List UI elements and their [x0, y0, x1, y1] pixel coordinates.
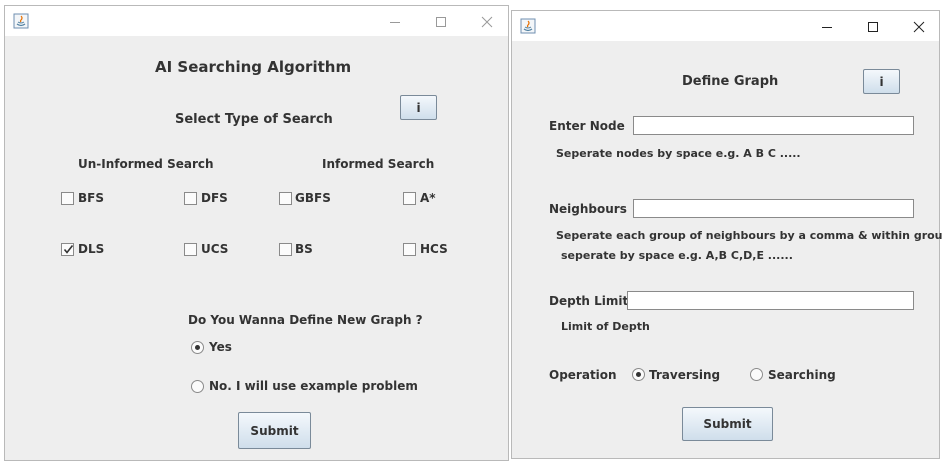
info-button[interactable]: i — [863, 69, 900, 94]
radio-dot-icon — [636, 372, 641, 377]
maximize-button[interactable] — [849, 11, 895, 41]
neighbours-hint-line-1: Seperate each group of neighbours by a c… — [556, 229, 943, 242]
app-title: AI Searching Algorithm — [155, 58, 352, 76]
depth-limit-hint: Limit of Depth — [561, 320, 650, 333]
gbfs-label: GBFS — [295, 191, 331, 205]
no-radio[interactable] — [191, 380, 204, 393]
check-icon — [63, 245, 74, 254]
title-bar[interactable] — [5, 6, 508, 36]
bs-checkbox[interactable] — [279, 243, 292, 256]
ucs-label: UCS — [201, 242, 229, 256]
neighbours-label: Neighbours — [549, 202, 627, 216]
depth-limit-input[interactable] — [627, 291, 914, 310]
select-type-label: Select Type of Search — [175, 112, 333, 127]
java-icon — [520, 18, 536, 34]
title-bar[interactable] — [512, 11, 939, 41]
no-label: No. I will use example problem — [209, 379, 418, 393]
hcs-label: HCS — [420, 242, 448, 256]
yes-label: Yes — [209, 340, 232, 354]
neighbours-hint-line-2: seperate by space e.g. A,B C,D,E ...... — [561, 249, 793, 262]
hcs-checkbox[interactable] — [403, 243, 416, 256]
ucs-checkbox[interactable] — [184, 243, 197, 256]
depth-limit-label: Depth Limit — [549, 294, 629, 308]
java-icon — [13, 13, 29, 29]
uninformed-search-label: Un-Informed Search — [78, 157, 214, 171]
search-window: AI Searching Algorithm i Select Type of … — [4, 5, 509, 461]
minimize-button[interactable] — [803, 11, 849, 41]
minimize-button[interactable] — [371, 6, 417, 36]
gbfs-checkbox[interactable] — [279, 192, 292, 205]
dls-label: DLS — [78, 242, 105, 256]
enter-node-input[interactable] — [633, 116, 914, 135]
searching-radio[interactable] — [750, 368, 763, 381]
submit-button[interactable]: Submit — [238, 412, 311, 449]
info-button[interactable]: i — [400, 95, 437, 120]
dfs-checkbox[interactable] — [184, 192, 197, 205]
bfs-label: BFS — [78, 191, 104, 205]
traversing-radio[interactable] — [632, 368, 645, 381]
submit-button[interactable]: Submit — [682, 407, 773, 441]
radio-dot-icon — [195, 345, 200, 350]
bfs-checkbox[interactable] — [61, 192, 74, 205]
dfs-label: DFS — [201, 191, 228, 205]
yes-radio[interactable] — [191, 341, 204, 354]
close-button[interactable] — [895, 11, 941, 41]
define-graph-question: Do You Wanna Define New Graph ? — [188, 313, 423, 327]
define-graph-title: Define Graph — [682, 74, 779, 89]
searching-label: Searching — [768, 368, 836, 382]
operation-label: Operation — [549, 368, 617, 382]
traversing-label: Traversing — [649, 368, 721, 382]
define-graph-window: Define Graph i Enter Node Seperate nodes… — [511, 10, 943, 459]
enter-node-label: Enter Node — [549, 119, 625, 133]
bs-label: BS — [295, 242, 313, 256]
close-button[interactable] — [463, 6, 509, 36]
neighbours-input[interactable] — [633, 199, 914, 218]
dls-checkbox[interactable] — [61, 243, 74, 256]
astar-label: A* — [420, 191, 436, 205]
astar-checkbox[interactable] — [403, 192, 416, 205]
maximize-button[interactable] — [417, 6, 463, 36]
informed-search-label: Informed Search — [322, 157, 435, 171]
enter-node-hint: Seperate nodes by space e.g. A B C ..... — [556, 147, 801, 160]
